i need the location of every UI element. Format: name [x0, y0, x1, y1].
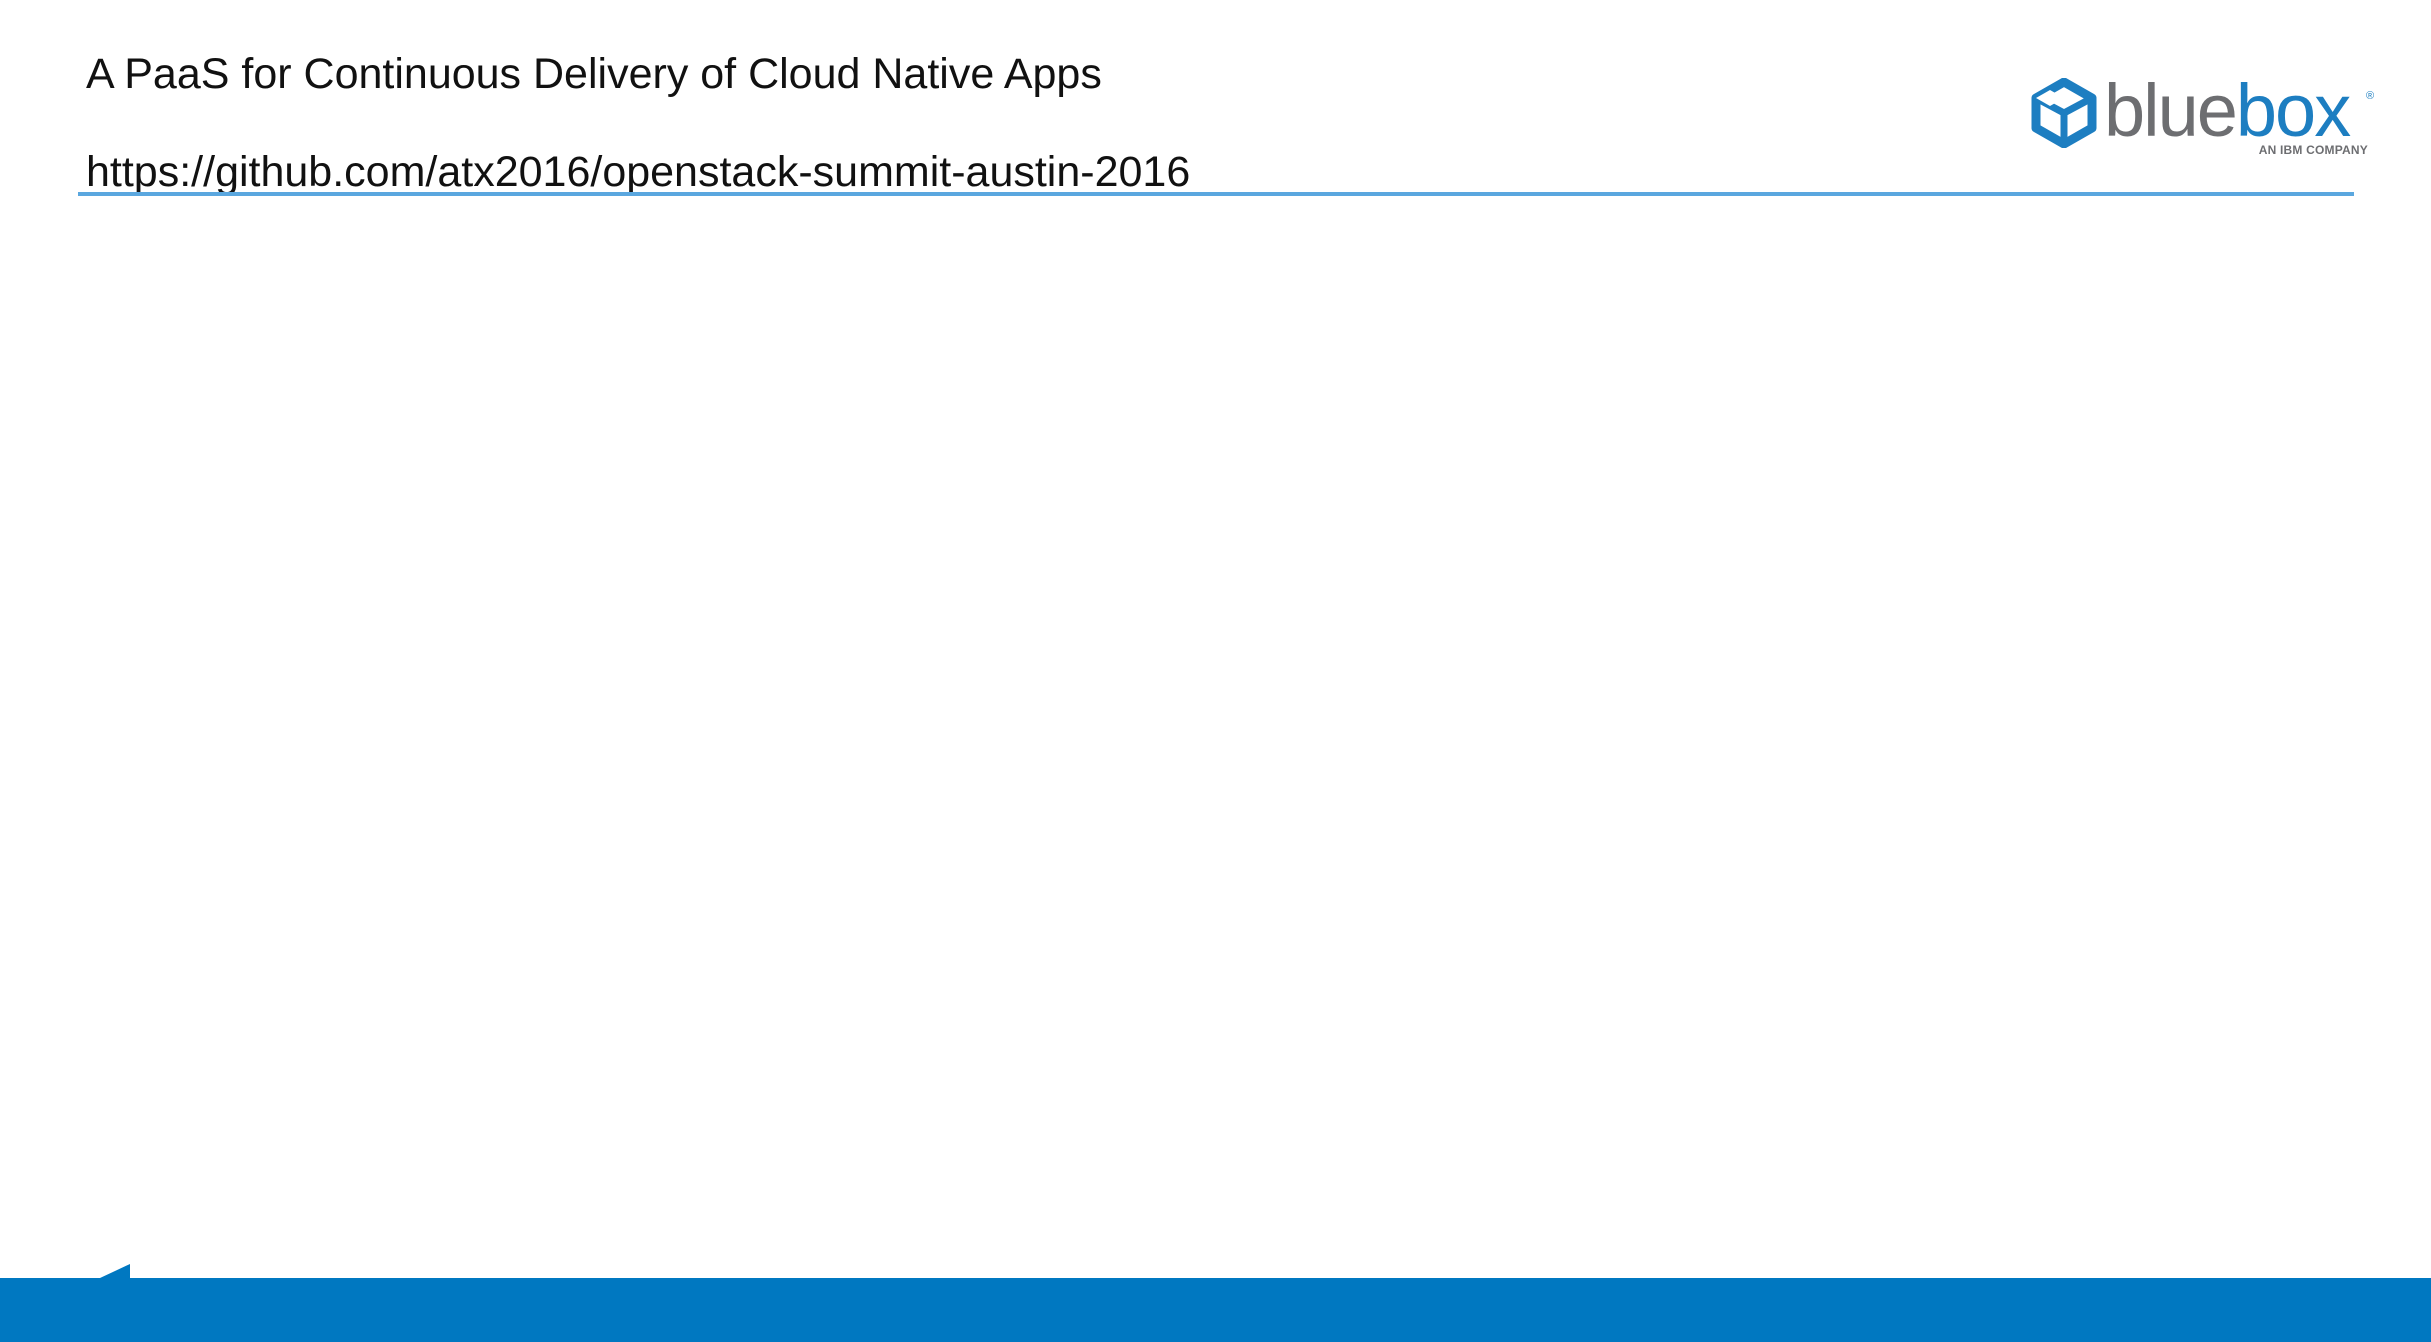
- slide: A PaaS for Continuous Delivery of Cloud …: [0, 0, 2431, 1342]
- bluebox-logo: bluebox ® AN IBM COMPANY: [2030, 69, 2376, 166]
- logo-tagline: AN IBM COMPANY: [2258, 143, 2368, 157]
- cube-logo-icon: [2031, 78, 2097, 148]
- logo-wordmark-gray: blue: [2104, 69, 2238, 152]
- logo-wordmark-blue: box: [2235, 69, 2351, 152]
- header-divider: [78, 192, 2354, 196]
- registered-mark: ®: [2366, 90, 2375, 102]
- footer-band: [0, 1264, 2431, 1342]
- slide-title: A PaaS for Continuous Delivery of Cloud …: [86, 50, 1102, 98]
